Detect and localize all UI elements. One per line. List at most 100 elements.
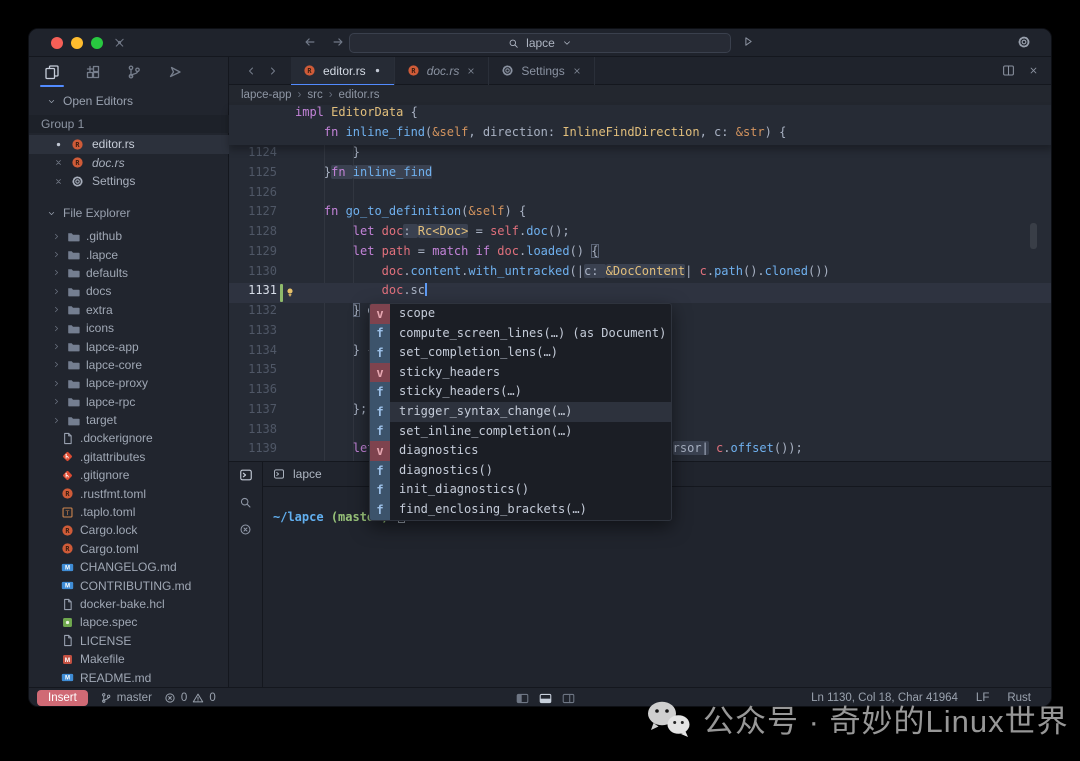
history-back-icon[interactable] <box>303 35 317 49</box>
code-line-1131[interactable]: 1131doc.sc <box>229 283 1052 303</box>
file-README.md[interactable]: MREADME.md <box>29 668 229 686</box>
terminal-panel-icon[interactable] <box>239 468 253 482</box>
file-label: README.md <box>80 671 151 685</box>
code-line-1130[interactable]: 1130doc.content.with_untracked(|c: &DocC… <box>229 264 1052 284</box>
folder-.lapce[interactable]: .lapce <box>29 245 229 263</box>
sticky-line-1[interactable]: fn inline_find(&self, direction: InlineF… <box>229 125 1052 145</box>
breadcrumb-part[interactable]: lapce-app <box>241 89 292 101</box>
workspace-switcher[interactable]: lapce <box>349 33 731 53</box>
breadcrumb-part[interactable]: editor.rs <box>339 89 380 101</box>
activity-plugins[interactable] <box>80 57 106 87</box>
activity-debug[interactable] <box>162 57 188 87</box>
open-editors-header[interactable]: Open Editors <box>29 91 229 111</box>
editor-label: Settings <box>92 174 135 188</box>
folder-lapce-core[interactable]: lapce-core <box>29 356 229 374</box>
completion-item[interactable]: ffind_enclosing_brackets(…) <box>370 500 671 520</box>
search-panel-icon[interactable] <box>239 496 252 509</box>
toggle-bottom-panel-icon[interactable] <box>539 692 552 705</box>
completion-item[interactable]: fset_inline_completion(…) <box>370 422 671 442</box>
folder-lapce-rpc[interactable]: lapce-rpc <box>29 393 229 411</box>
tab-editor.rs[interactable]: Reditor.rs <box>291 57 395 85</box>
code-line-1126[interactable]: 1126 <box>229 185 1052 205</box>
file-CHANGELOG.md[interactable]: MCHANGELOG.md <box>29 558 229 576</box>
toggle-right-panel-icon[interactable] <box>562 692 575 705</box>
titlebar[interactable]: lapce <box>29 29 1052 57</box>
tab-Settings[interactable]: Settings <box>489 57 594 85</box>
folder-defaults[interactable]: defaults <box>29 264 229 282</box>
tab-forward-icon[interactable] <box>267 65 279 77</box>
completion-item[interactable]: fset_completion_lens(…) <box>370 343 671 363</box>
folder-docs[interactable]: docs <box>29 282 229 300</box>
split-editor-icon[interactable] <box>1002 64 1015 77</box>
folder-target[interactable]: target <box>29 411 229 429</box>
completion-kind-function-icon: f <box>370 480 390 500</box>
file-Cargo.lock[interactable]: RCargo.lock <box>29 521 229 539</box>
file-Makefile[interactable]: MMakefile <box>29 650 229 668</box>
terminal-tab-label: lapce <box>293 467 322 481</box>
close-editor-icon[interactable] <box>1028 64 1039 77</box>
completion-label: find_enclosing_brackets(…) <box>390 500 587 520</box>
code-line-1127[interactable]: 1127fn go_to_definition(&self) { <box>229 204 1052 224</box>
folder-lapce-app[interactable]: lapce-app <box>29 337 229 355</box>
folder-extra[interactable]: extra <box>29 301 229 319</box>
completion-item[interactable]: vsticky_headers <box>370 363 671 383</box>
code-line-1129[interactable]: 1129let path = match if doc.loaded() { <box>229 244 1052 264</box>
branch-indicator[interactable]: master <box>100 692 152 704</box>
sticky-line-0[interactable]: impl EditorData { <box>229 105 1052 125</box>
history-forward-icon[interactable] <box>331 35 345 49</box>
close-tab-icon[interactable] <box>466 66 476 76</box>
breadcrumb-part[interactable]: src <box>307 89 322 101</box>
close-icon[interactable] <box>54 177 63 186</box>
open-editor-Settings[interactable]: Settings <box>29 172 229 191</box>
file-docker-bake.hcl[interactable]: docker-bake.hcl <box>29 595 229 613</box>
file-.gitattributes[interactable]: .gitattributes <box>29 448 229 466</box>
code-line-1125[interactable]: 1125}fn inline_find <box>229 165 1052 185</box>
folder-icons[interactable]: icons <box>29 319 229 337</box>
diagnostics-indicator[interactable]: 0 0 <box>164 692 216 704</box>
close-window-button[interactable] <box>51 37 63 49</box>
activity-explorer[interactable] <box>39 57 65 87</box>
code-text: doc.sc <box>277 283 427 303</box>
settings-gear-icon[interactable] <box>1017 35 1031 49</box>
file-.rustfmt.toml[interactable]: R.rustfmt.toml <box>29 484 229 502</box>
completion-item[interactable]: vdiagnostics <box>370 441 671 461</box>
modified-dot-icon[interactable] <box>54 140 63 149</box>
file-LICENSE[interactable]: LICENSE <box>29 632 229 650</box>
file-explorer-header[interactable]: File Explorer <box>29 203 229 223</box>
code-line-1124[interactable]: 1124} <box>229 145 1052 165</box>
file-lapce.spec[interactable]: lapce.spec <box>29 613 229 631</box>
mode-badge[interactable]: Insert <box>37 690 88 706</box>
completion-item[interactable]: fsticky_headers(…) <box>370 382 671 402</box>
toggle-left-panel-icon[interactable] <box>516 692 529 705</box>
code-line-1128[interactable]: 1128let doc: Rc<Doc> = self.doc(); <box>229 224 1052 244</box>
close-icon[interactable] <box>54 158 63 167</box>
completion-item[interactable]: fdiagnostics() <box>370 461 671 481</box>
folder-.github[interactable]: .github <box>29 227 229 245</box>
file-Cargo.toml[interactable]: RCargo.toml <box>29 540 229 558</box>
completion-item[interactable]: vscope <box>370 304 671 324</box>
folder-label: defaults <box>86 266 128 280</box>
open-editor-editor.rs[interactable]: Reditor.rs <box>29 135 229 154</box>
completion-item[interactable]: finit_diagnostics() <box>370 480 671 500</box>
problems-panel-icon[interactable] <box>239 523 252 536</box>
file-.dockerignore[interactable]: .dockerignore <box>29 429 229 447</box>
open-editor-doc.rs[interactable]: Rdoc.rs <box>29 154 229 173</box>
minimize-window-button[interactable] <box>71 37 83 49</box>
activity-source-control[interactable] <box>121 57 147 87</box>
editor-area: Reditor.rsRdoc.rsSettings lapce-app›src›… <box>229 57 1052 687</box>
modified-dot-icon[interactable] <box>373 66 382 75</box>
completion-item[interactable]: ftrigger_syntax_change(…) <box>370 402 671 422</box>
maximize-window-button[interactable] <box>91 37 103 49</box>
file-CONTRIBUTING.md[interactable]: MCONTRIBUTING.md <box>29 576 229 594</box>
completion-item[interactable]: fcompute_screen_lines(…) (as Document) <box>370 324 671 344</box>
file-.gitignore[interactable]: .gitignore <box>29 466 229 484</box>
file-.taplo.toml[interactable]: T.taplo.toml <box>29 503 229 521</box>
tab-doc.rs[interactable]: Rdoc.rs <box>395 57 490 85</box>
close-tab-icon[interactable] <box>572 66 582 76</box>
breadcrumb[interactable]: lapce-app›src›editor.rs <box>229 85 1052 105</box>
run-icon[interactable] <box>741 35 754 48</box>
scrollbar-thumb[interactable] <box>1030 223 1037 249</box>
folder-lapce-proxy[interactable]: lapce-proxy <box>29 374 229 392</box>
tab-back-icon[interactable] <box>245 65 257 77</box>
file-label: .gitignore <box>80 468 129 482</box>
